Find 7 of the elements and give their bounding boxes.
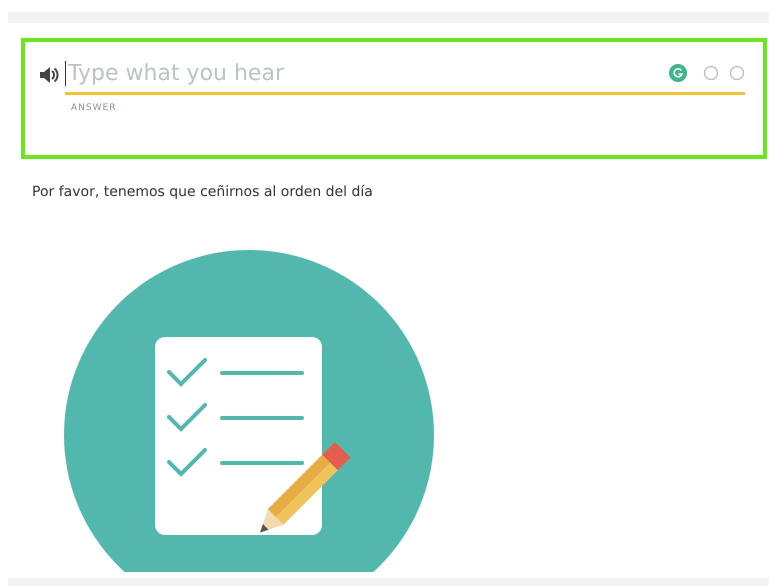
answer-label: ANSWER [71,103,118,113]
answer-field[interactable]: Type what you hear [65,60,659,86]
circle-icon[interactable] [703,65,719,81]
speaker-icon[interactable] [39,66,59,84]
grammar-icon[interactable] [669,64,687,82]
prompt-sentence: Por favor, tenemos que ceñirnos al orden del día [32,184,373,200]
circle-icon[interactable] [729,65,745,81]
